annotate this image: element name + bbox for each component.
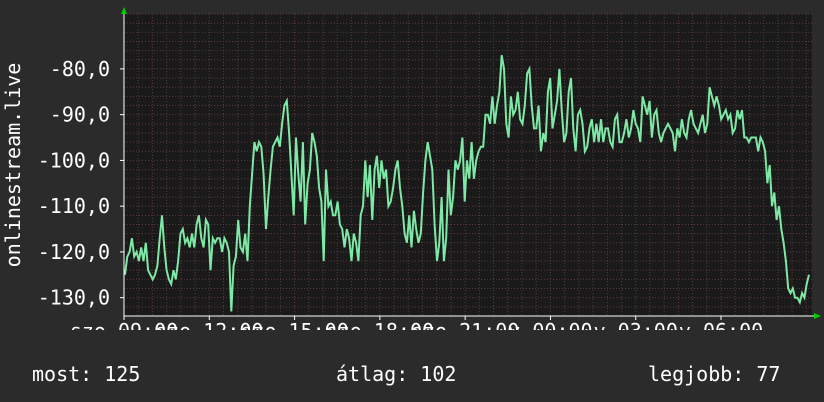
x-axis-arrow-icon [814, 313, 821, 319]
y-axis-arrow-icon [121, 7, 127, 14]
y-tick-label: -80,0 [50, 57, 110, 81]
best-value: legjobb: 77 [648, 362, 780, 386]
y-axis-label: onlinestream.live [1, 63, 25, 268]
current-value: most: 125 [32, 362, 140, 386]
y-tick-label: -90,0 [50, 103, 110, 127]
y-tick-label: -100,0 [38, 148, 110, 172]
x-tick-label: v 00:00 [508, 319, 592, 330]
average-number: 102 [420, 362, 457, 386]
x-tick-label: szo 21:00 [411, 319, 519, 330]
x-axis-ticks: szo 09:00szo 12:00szo 15:00szo 18:00szo … [70, 316, 763, 330]
current-number: 125 [104, 362, 141, 386]
average-label: átlag: [336, 362, 409, 386]
y-axis-ticks: -80,0 -90,0 -100,0 -110,0 -120,0 -130,0 [38, 57, 124, 310]
best-label: legjobb: [648, 362, 745, 386]
y-tick-label: -130,0 [38, 286, 110, 310]
best-number: 77 [756, 362, 781, 386]
current-label: most: [32, 362, 93, 386]
line-chart: -80,0 -90,0 -100,0 -110,0 -120,0 -130,0 szo 0… [1, 7, 821, 330]
x-tick-label: v 06:00 [679, 319, 763, 330]
y-tick-label: -120,0 [38, 240, 110, 264]
x-tick-label: v 03:00 [594, 319, 678, 330]
average-value: átlag: 102 [336, 362, 456, 386]
y-tick-label: -110,0 [38, 194, 110, 218]
